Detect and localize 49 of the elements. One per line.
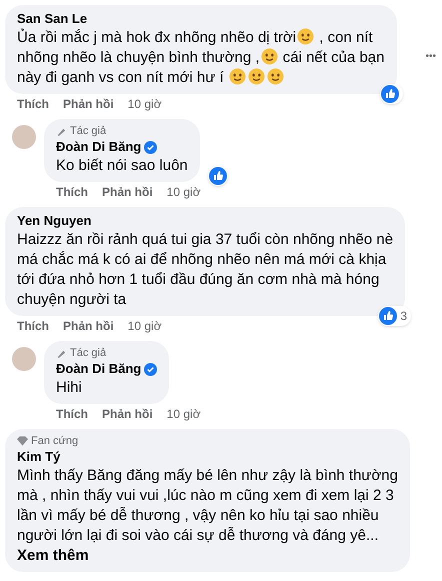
reaction-count[interactable]: [208, 166, 228, 186]
emoji-icon: [260, 48, 278, 65]
comment-text: chuyện người ta: [17, 291, 126, 308]
more-options-button[interactable]: •••: [425, 49, 436, 64]
comment-text: Ủa rồi mắc j mà hok đx nhõng nhẽo dị trời: [17, 29, 296, 46]
like-icon: [208, 167, 227, 185]
comment-text: mà , nhìn thấy vui vui ,lúc nào m cũng xem đi xem lại 2 3: [17, 487, 394, 504]
comment-text: này đi ganh vs con nít mới hư í: [17, 69, 225, 86]
emoji-icon: [228, 68, 246, 85]
comment-text: người lớn lại đi soi vào cái sự dễ thương và đáng yê...: [17, 527, 378, 544]
reaction-count[interactable]: [380, 84, 402, 104]
emoji-icon: [297, 28, 314, 45]
comment-text: Ko biết nói sao luôn: [56, 157, 188, 174]
author-name[interactable]: Đoàn Di Băng: [56, 360, 142, 378]
comment-text: Mình thấy Băng đăng mấy bé lên như zậy là bình thường: [17, 467, 398, 484]
badge-label: Tác giả: [70, 346, 106, 360]
comment-text: tới đứa nhỏ hơn 1 tuổi đầu đúng ăn cơm nhà mà hóng: [17, 271, 380, 288]
comment-text: Haizzz ăn rồi rảnh quá tui gia 37 tuổi còn nhõng nhẽo nè: [17, 231, 394, 248]
comment-text: nhõng nhẽo là chuyện bình thường ,: [17, 49, 260, 66]
reply-link[interactable]: Phản hồi: [63, 318, 114, 334]
like-icon: [380, 85, 398, 103]
timestamp: 10 giờ: [166, 406, 201, 422]
emoji-icon: [248, 68, 265, 85]
like-link[interactable]: Thích: [17, 318, 49, 334]
comment-text: , con nít: [318, 29, 373, 46]
comment-text: má chắc má k có ai để nhõng nhẽo nên má mới cà khịa: [17, 251, 386, 268]
timestamp: 10 giờ: [128, 318, 162, 334]
diamond-icon: [17, 436, 28, 446]
badge-label: Tác giả: [70, 124, 106, 138]
author-name[interactable]: Đoàn Di Băng: [56, 138, 142, 156]
reaction-count[interactable]: 3: [378, 306, 412, 326]
comment-text: lần vì mấy bé dễ thương , vậy nên ko hỉu tại sao nhiều: [17, 507, 379, 524]
reply-link[interactable]: Phản hồi: [102, 406, 153, 422]
see-more-link[interactable]: Xem thêm: [17, 546, 398, 566]
comment-text: Hihi: [56, 379, 82, 396]
timestamp: 10 giờ: [166, 184, 201, 200]
reply-link[interactable]: Phản hồi: [63, 96, 114, 112]
author-name[interactable]: Kim Tý: [17, 448, 60, 466]
comment-text: cái nết của bạn: [282, 49, 384, 66]
timestamp: 10 giờ: [128, 96, 162, 112]
author-name[interactable]: San San Le: [17, 10, 88, 28]
like-link[interactable]: Thích: [56, 406, 88, 422]
like-icon: [379, 307, 398, 325]
like-link[interactable]: Thích: [17, 96, 49, 112]
like-link[interactable]: Thích: [56, 184, 88, 200]
emoji-icon: [266, 68, 284, 85]
reply-link[interactable]: Phản hồi: [102, 184, 153, 200]
author-name[interactable]: Yen Nguyen: [17, 212, 92, 230]
badge-label: Fan cứng: [31, 434, 78, 448]
